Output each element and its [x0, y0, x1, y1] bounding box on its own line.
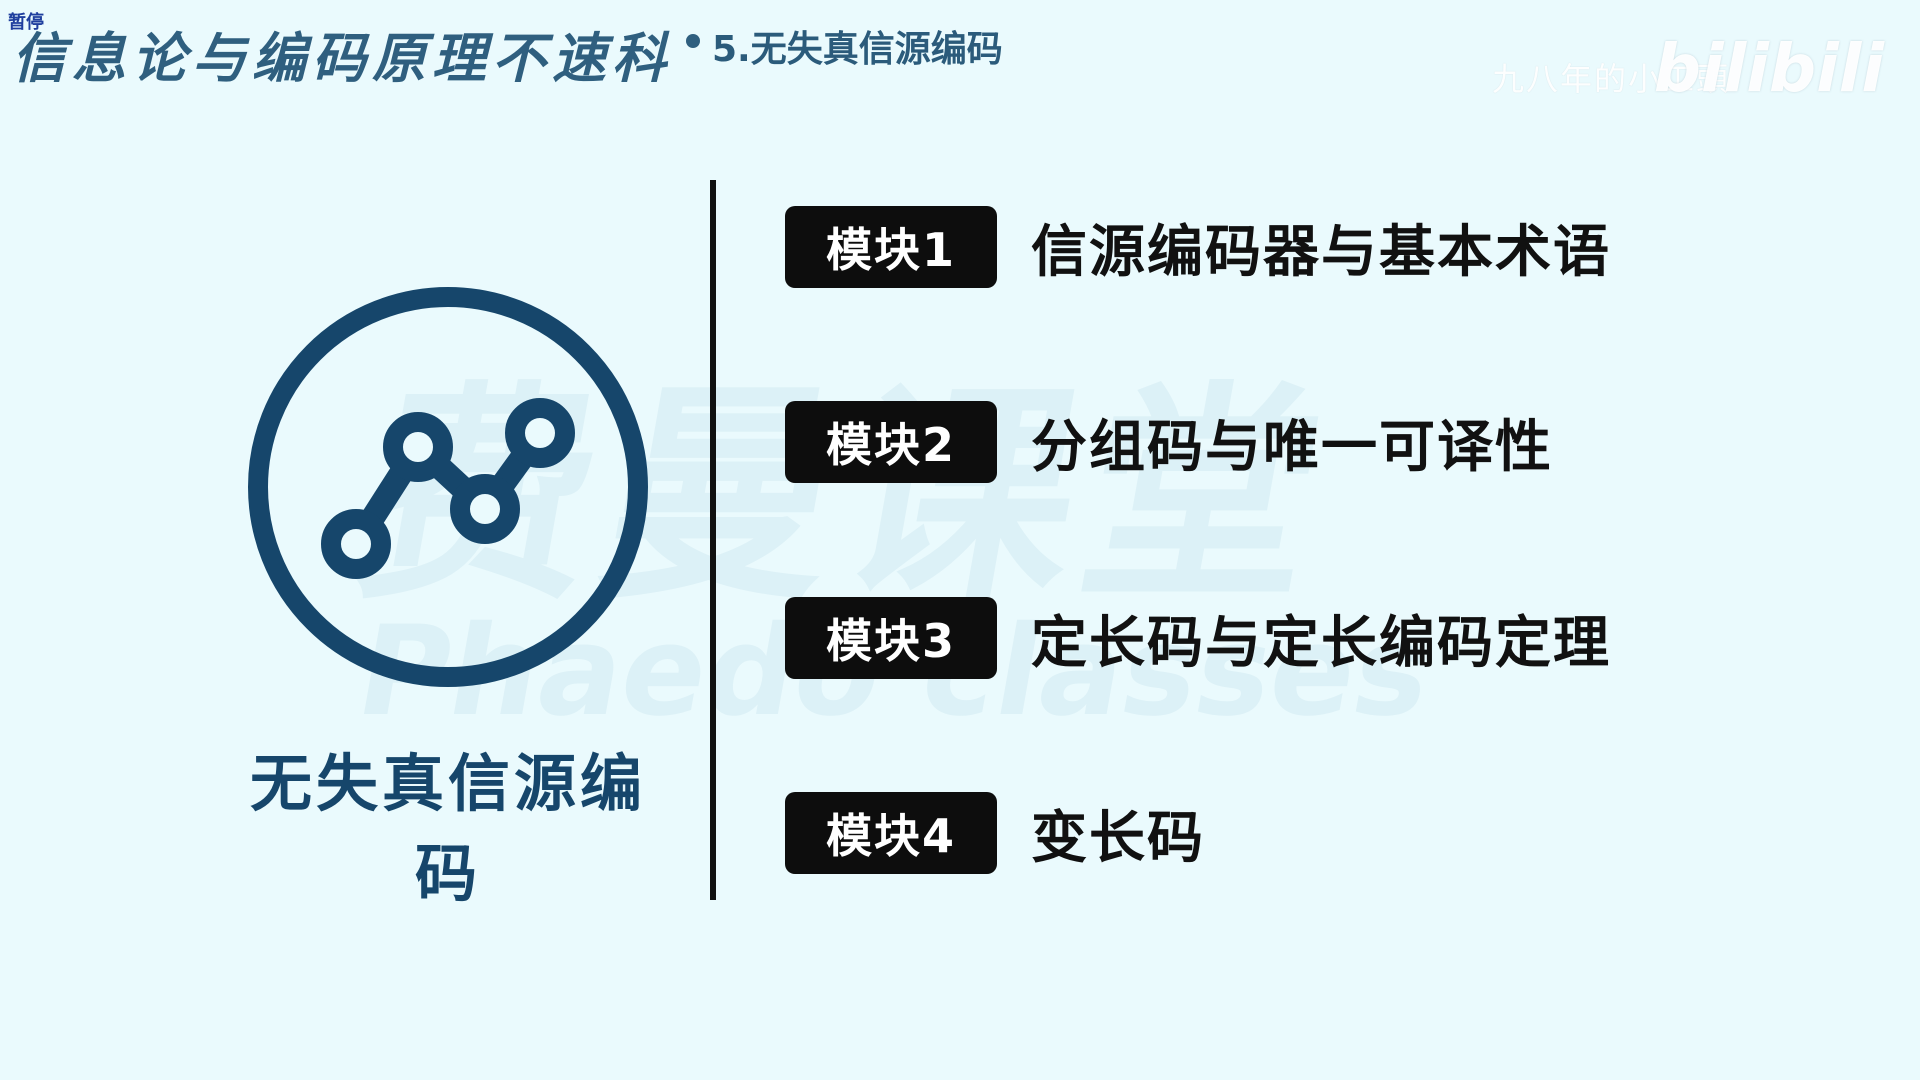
title-separator-dot [686, 34, 700, 48]
module-badge: 模块3 [785, 597, 997, 679]
line-chart-icon [248, 287, 648, 687]
module-row-2: 模块2 分组码与唯一可译性 [785, 401, 1553, 483]
topic-title: 无失真信源编码 [249, 747, 646, 910]
module-badge: 模块4 [785, 792, 997, 874]
module-label: 变长码 [1031, 805, 1205, 871]
module-row-1: 模块1 信源编码器与基本术语 [785, 206, 1611, 288]
module-row-3: 模块3 定长码与定长编码定理 [785, 597, 1611, 679]
module-row-4: 模块4 变长码 [785, 792, 1205, 874]
course-title: 信息论与编码原理不速科 [12, 26, 672, 90]
module-label: 信源编码器与基本术语 [1031, 219, 1611, 285]
bilibili-logo: bilibili [1653, 30, 1884, 107]
module-badge: 模块1 [785, 206, 997, 288]
chapter-subtitle: 5.无失真信源编码 [712, 29, 1003, 70]
module-label: 定长码与定长编码定理 [1031, 610, 1611, 676]
module-label: 分组码与唯一可译性 [1031, 414, 1553, 480]
vertical-divider [710, 180, 716, 900]
module-badge: 模块2 [785, 401, 997, 483]
